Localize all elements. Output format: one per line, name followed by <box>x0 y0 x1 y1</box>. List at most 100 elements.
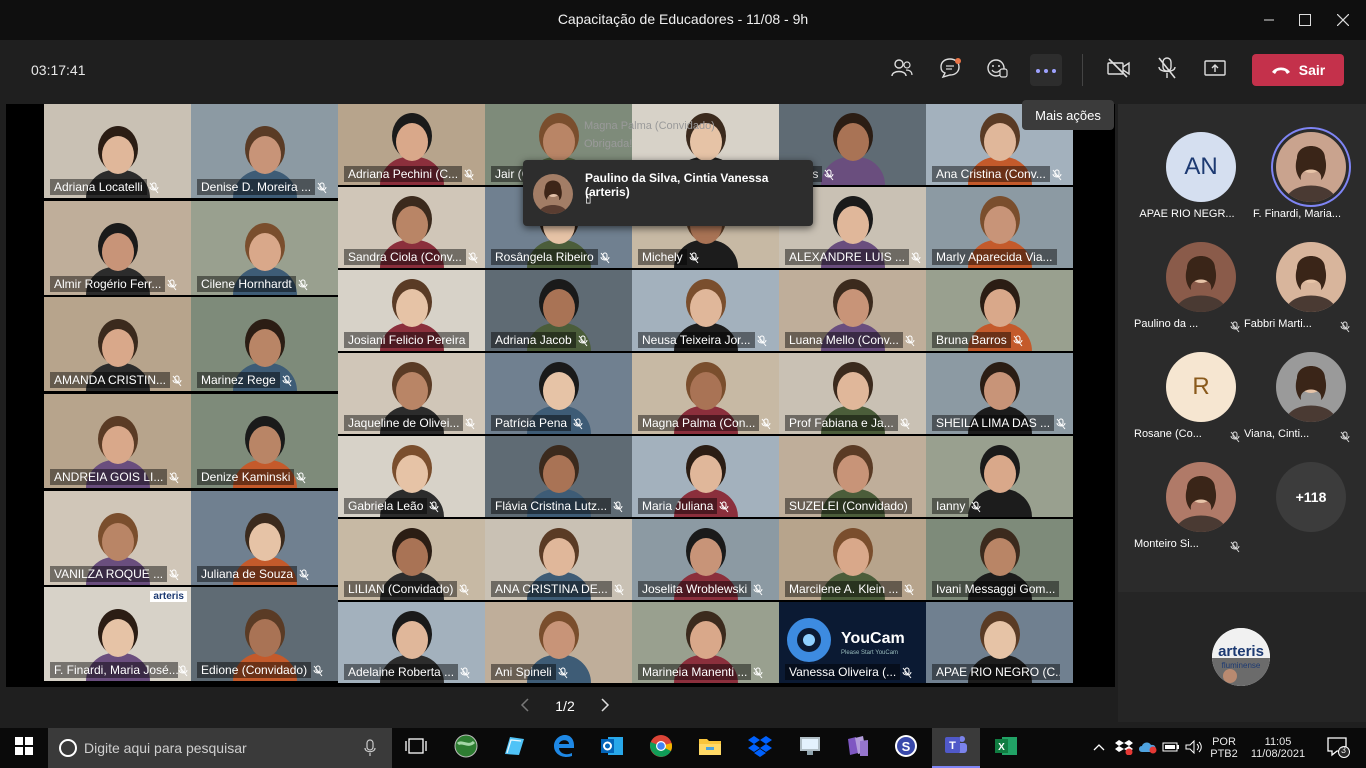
muted-mic-icon <box>971 500 981 513</box>
video-tile[interactable]: Marinez Rege <box>191 297 338 391</box>
video-tile[interactable]: Marineia Manenti ... <box>632 602 779 683</box>
video-tile[interactable]: Josiani Felicio Pereira <box>338 270 485 351</box>
video-tile[interactable]: Joselita Wroblewski <box>632 519 779 600</box>
taskbar-app-notes[interactable] <box>490 728 538 768</box>
mic-off-icon <box>1156 56 1178 85</box>
participant-avatar-tile[interactable]: Fabbri Marti... <box>1244 236 1354 336</box>
reactions-button[interactable] <box>981 54 1013 86</box>
chat-button[interactable] <box>934 54 966 86</box>
taskbar-app-s[interactable]: S <box>882 728 930 768</box>
participant-avatar-tile[interactable]: Paulino da ... <box>1134 236 1244 336</box>
video-tile[interactable]: Gabriela Leão <box>338 436 485 517</box>
video-tile[interactable]: Adriana Pechini (C... <box>338 104 485 185</box>
participant-name: Josiani Felicio Pereira <box>344 332 470 348</box>
video-tile[interactable]: Ivani Messaggi Gom... <box>926 519 1073 600</box>
participant-avatar-tile[interactable]: R Rosane (Co... <box>1134 346 1244 446</box>
video-tile[interactable]: Denise D. Moreira ... <box>191 104 338 198</box>
video-tile[interactable]: Sandra Ciola (Conv... <box>338 187 485 268</box>
taskbar-app-outlook[interactable] <box>588 728 636 768</box>
participant-name: Marinez Rege <box>197 372 280 388</box>
participant-name: SUZELEI (Convidado) <box>785 498 912 514</box>
participants-button[interactable] <box>886 54 918 86</box>
taskbar-app-teams[interactable]: T <box>932 728 980 768</box>
taskbar-app-edge[interactable] <box>540 728 588 768</box>
tray-battery[interactable] <box>1160 728 1182 768</box>
task-view-button[interactable] <box>392 728 440 768</box>
taskbar-app-remote[interactable] <box>786 728 834 768</box>
video-tile[interactable]: APAE RIO NEGRO (C... <box>926 602 1073 683</box>
video-tile[interactable]: Denize Kaminski <box>191 394 338 488</box>
svg-text:T: T <box>949 740 956 752</box>
leave-button[interactable]: Sair <box>1252 54 1344 86</box>
video-tile[interactable]: Marly Aparecida Via... <box>926 187 1073 268</box>
video-tile[interactable]: Neusa Teixeira Jor... <box>632 270 779 351</box>
more-actions-button[interactable] <box>1030 54 1062 86</box>
video-tile[interactable]: Adriana Jacob <box>485 270 632 351</box>
video-tile[interactable]: Juliana de Souza <box>191 491 338 585</box>
video-tile[interactable]: Prof Fabiana e Ja... <box>779 353 926 434</box>
video-tile[interactable]: YouCam Please Start YouCam Vanessa Oliveir… <box>779 602 926 683</box>
video-tile[interactable]: Bruna Barros <box>926 270 1073 351</box>
tray-clock[interactable]: 11:05 11/08/2021 <box>1246 728 1310 768</box>
video-tile[interactable]: Ani Spineli <box>485 602 632 683</box>
microphone-icon[interactable] <box>364 739 376 762</box>
participant-avatar-tile[interactable]: AN APAE RIO NEGR... <box>1134 126 1244 226</box>
video-tile[interactable]: arteris F. Finardi, Maria José... <box>44 587 191 681</box>
participant-hover-card: Paulino da Silva, Cintia Vanessa (arteri… <box>523 160 813 226</box>
participant-label: Rosane (Co... <box>1134 428 1202 440</box>
avatar-initials: R <box>1192 373 1210 400</box>
more-participants-button[interactable]: +118 <box>1244 456 1354 556</box>
camera-toggle-button[interactable] <box>1103 54 1135 86</box>
participant-avatar-tile[interactable]: Monteiro Si... <box>1134 456 1244 556</box>
tray-onedrive[interactable] <box>1136 728 1160 768</box>
video-tile[interactable]: Flávia Cristina Lutz... <box>485 436 632 517</box>
notification-center-button[interactable]: 3 <box>1320 728 1356 768</box>
share-screen-button[interactable] <box>1199 54 1231 86</box>
video-tile[interactable]: Patrícia Pena <box>485 353 632 434</box>
tray-language[interactable]: POR PTB2 <box>1206 728 1242 768</box>
participant-name: Jaqueline de Olivei... <box>344 415 464 431</box>
video-tile[interactable]: Magna Palma (Con... <box>632 353 779 434</box>
tray-volume[interactable] <box>1182 728 1206 768</box>
video-tile[interactable]: Edione (Convidado) <box>191 587 338 681</box>
close-button[interactable] <box>1320 0 1366 40</box>
video-tile[interactable]: Luana Mello (Conv... <box>779 270 926 351</box>
taskbar-app-globe[interactable] <box>442 728 490 768</box>
taskbar-app-excel[interactable]: X <box>982 728 1030 768</box>
video-tile[interactable]: AMANDA CRISTIN... <box>44 297 191 391</box>
taskbar-app-dropbox[interactable] <box>736 728 784 768</box>
next-page-icon[interactable] <box>600 697 610 715</box>
tray-dropbox[interactable] <box>1112 728 1136 768</box>
participant-avatar-tile[interactable]: Viana, Cinti... <box>1244 346 1354 446</box>
video-tile[interactable]: SUZELEI (Convidado) <box>779 436 926 517</box>
participant-avatar-tile[interactable]: F. Finardi, Maria... <box>1244 126 1354 226</box>
video-tile[interactable]: Maria Juliana <box>632 436 779 517</box>
video-tile[interactable]: Jaqueline de Olivei... <box>338 353 485 434</box>
participant-name: Denise D. Moreira ... <box>197 179 316 195</box>
tray-overflow-button[interactable] <box>1090 728 1108 768</box>
avatar <box>1166 242 1236 312</box>
mic-toggle-button[interactable] <box>1151 54 1183 86</box>
muted-mic-icon <box>600 251 610 264</box>
taskbar-search[interactable]: Digite aqui para pesquisar <box>48 728 392 768</box>
video-tile[interactable]: ANA CRISTINA DE... <box>485 519 632 600</box>
video-tile[interactable]: SHEILA LIMA DAS ... <box>926 353 1073 434</box>
start-button[interactable] <box>0 728 48 768</box>
video-tile[interactable]: ANDREIA GOIS LI... <box>44 394 191 488</box>
taskbar-app-explorer[interactable] <box>686 728 734 768</box>
prev-page-icon[interactable] <box>520 697 530 715</box>
taskbar-app-files[interactable] <box>834 728 882 768</box>
taskbar-app-chrome[interactable] <box>637 728 685 768</box>
video-tile[interactable]: Ianny <box>926 436 1073 517</box>
video-tile[interactable]: Adelaine Roberta ... <box>338 602 485 683</box>
video-tile[interactable]: LILIAN (Convidado) <box>338 519 485 600</box>
video-tile[interactable]: Almir Rogério Ferr... <box>44 201 191 295</box>
video-tile[interactable]: Adriana Locatelli <box>44 104 191 198</box>
video-tile[interactable]: Cilene Hornhardt <box>191 201 338 295</box>
muted-mic-icon <box>613 500 623 513</box>
video-tile[interactable]: Marcilene A. Klein ... <box>779 519 926 600</box>
video-tile[interactable]: VANILZA ROQUE ... <box>44 491 191 585</box>
content-panel: arteris fluminense <box>1118 592 1366 722</box>
muted-mic-icon <box>1052 168 1062 181</box>
muted-mic-icon <box>689 251 699 264</box>
